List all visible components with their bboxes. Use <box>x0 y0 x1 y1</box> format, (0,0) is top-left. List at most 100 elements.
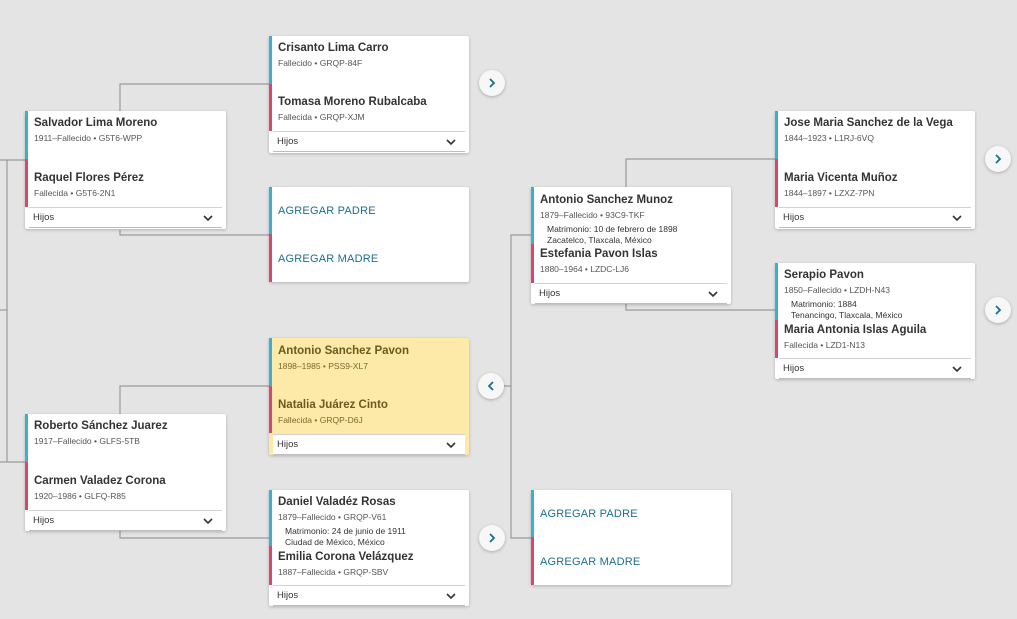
mother-entry[interactable]: Tomasa Moreno Rubalcaba Fallecida • GRQP… <box>269 84 469 131</box>
father-entry[interactable]: Crisanto Lima Carro Fallecido • GRQP-84F <box>269 36 469 84</box>
father-entry[interactable]: Jose Maria Sanchez de la Vega 1844–1923 … <box>775 111 975 159</box>
mother-entry[interactable]: Estefania Pavon Islas 1880–1964 • LZDC-L… <box>531 244 731 283</box>
expand-ancestors-button[interactable] <box>479 70 505 96</box>
chevron-right-icon <box>995 305 1002 315</box>
couple-card: Jose Maria Sanchez de la Vega 1844–1923 … <box>775 111 975 229</box>
father-entry[interactable]: Daniel Valadéz Rosas 1879–Fallecido • GR… <box>269 490 469 547</box>
expand-ancestors-button[interactable] <box>985 146 1011 172</box>
person-lifespan-id: 1898–1985 • PSS9-XL7 <box>278 361 368 371</box>
couple-card: Serapio Pavon 1850–Fallecido • LZDH-N43 … <box>775 263 975 379</box>
add-mother-entry: AGREGAR MADRE <box>269 234 469 282</box>
person-lifespan-id: Fallecido • GRQP-84F <box>278 58 363 68</box>
children-dropdown[interactable]: Hijos <box>535 283 727 304</box>
children-dropdown-label: Hijos <box>277 439 299 450</box>
chevron-down-icon <box>203 214 213 221</box>
mother-entry[interactable]: Maria Vicenta Muñoz 1844–1897 • LZXZ-7PN <box>775 159 975 207</box>
chevron-down-icon <box>446 441 456 448</box>
person-name: Maria Vicenta Muñoz <box>784 172 898 184</box>
children-dropdown[interactable]: Hijos <box>779 207 971 228</box>
children-dropdown-label: Hijos <box>277 136 299 147</box>
children-dropdown[interactable]: Hijos <box>779 358 971 379</box>
person-name: Serapio Pavon <box>784 269 864 281</box>
couple-card: Crisanto Lima Carro Fallecido • GRQP-84F… <box>269 36 469 153</box>
father-entry[interactable]: Antonio Sanchez Munoz 1879–Fallecido • 9… <box>531 187 731 245</box>
children-dropdown[interactable]: Hijos <box>273 131 465 152</box>
chevron-right-icon <box>995 154 1002 164</box>
add-parents-card: AGREGAR PADRE AGREGAR MADRE <box>269 187 469 282</box>
add-father-entry: AGREGAR PADRE <box>269 187 469 234</box>
add-mother-entry: AGREGAR MADRE <box>531 537 731 585</box>
focus-couple-card: Antonio Sanchez Pavon 1898–1985 • PSS9-X… <box>269 338 469 455</box>
children-dropdown[interactable]: Hijos <box>273 434 465 455</box>
person-lifespan-id: 1844–1923 • L1RJ-6VQ <box>784 133 874 143</box>
person-name: Roberto Sánchez Juarez <box>34 420 168 432</box>
father-entry[interactable]: Antonio Sanchez Pavon 1898–1985 • PSS9-X… <box>269 338 469 386</box>
chevron-right-icon <box>489 78 496 88</box>
expand-ancestors-button[interactable] <box>985 297 1011 323</box>
person-lifespan-id: Fallecida • LZD1-N13 <box>784 340 865 350</box>
mother-entry[interactable]: Natalia Juárez Cinto Fallecida • GRQP-D6… <box>269 386 469 433</box>
connector-line <box>510 386 531 539</box>
father-entry[interactable]: Salvador Lima Moreno 1911–Fallecido • G5… <box>25 111 226 159</box>
children-dropdown[interactable]: Hijos <box>273 585 465 606</box>
father-entry[interactable]: Roberto Sánchez Juarez 1917–Fallecido • … <box>25 414 226 462</box>
expand-ancestors-button[interactable] <box>479 525 505 551</box>
person-name: Salvador Lima Moreno <box>34 117 158 129</box>
person-name: Antonio Sanchez Munoz <box>540 194 673 206</box>
person-name: Daniel Valadéz Rosas <box>278 496 396 508</box>
add-mother-link[interactable]: AGREGAR MADRE <box>540 555 731 569</box>
mother-entry[interactable]: Carmen Valadez Corona 1920–1986 • GLFQ-R… <box>25 462 226 510</box>
add-parents-card: AGREGAR PADRE AGREGAR MADRE <box>531 490 731 585</box>
person-name: Raquel Flores Pérez <box>34 172 144 184</box>
person-name: Antonio Sanchez Pavon <box>278 345 409 357</box>
mother-entry[interactable]: Maria Antonia Islas Aguila Fallecida • L… <box>775 320 975 358</box>
person-name: Natalia Juárez Cinto <box>278 399 388 411</box>
person-lifespan-id: 1879–Fallecido • GRQP-V61 <box>278 512 387 522</box>
person-lifespan-id: Fallecida • GRQP-D6J <box>278 415 363 425</box>
children-dropdown[interactable]: Hijos <box>29 510 222 531</box>
children-dropdown-label: Hijos <box>783 363 805 374</box>
person-name: Emilia Corona Velázquez <box>278 551 414 563</box>
connector-line <box>119 83 269 112</box>
person-lifespan-id: 1887–Fallecida • GRQP-SBV <box>278 567 389 577</box>
connector-line <box>0 159 8 463</box>
chevron-down-icon <box>446 138 456 145</box>
chevron-down-icon <box>708 290 718 297</box>
couple-card: Roberto Sánchez Juarez 1917–Fallecido • … <box>25 414 226 531</box>
connector-line <box>119 230 269 236</box>
marriage-date: Matrimonio: 10 de febrero de 1898 <box>547 224 678 234</box>
collapse-ancestors-button[interactable] <box>478 373 504 399</box>
person-lifespan-id: Fallecida • G5T6-2N1 <box>34 188 116 198</box>
marriage-date: Matrimonio: 1884 <box>791 299 857 309</box>
connector-line <box>119 531 269 539</box>
person-lifespan-id: 1844–1897 • LZXZ-7PN <box>784 188 875 198</box>
person-lifespan-id: 1917–Fallecido • GLFS-5TB <box>34 436 140 446</box>
couple-card: Salvador Lima Moreno 1911–Fallecido • G5… <box>25 111 226 229</box>
children-dropdown-label: Hijos <box>277 590 299 601</box>
marriage-date: Matrimonio: 24 de junio de 1911 <box>285 526 406 536</box>
connector-line <box>625 158 775 187</box>
add-father-link[interactable]: AGREGAR PADRE <box>540 507 731 521</box>
person-name: Maria Antonia Islas Aguila <box>784 324 927 336</box>
mother-entry[interactable]: Emilia Corona Velázquez 1887–Fallecida •… <box>269 546 469 585</box>
mother-entry[interactable]: Raquel Flores Pérez Fallecida • G5T6-2N1 <box>25 159 226 207</box>
person-name: Jose Maria Sanchez de la Vega <box>784 117 953 129</box>
children-dropdown-label: Hijos <box>539 288 561 299</box>
father-entry[interactable]: Serapio Pavon 1850–Fallecido • LZDH-N43 … <box>775 263 975 320</box>
children-dropdown[interactable]: Hijos <box>29 207 222 228</box>
couple-card: Daniel Valadéz Rosas 1879–Fallecido • GR… <box>269 490 469 606</box>
add-mother-link[interactable]: AGREGAR MADRE <box>278 252 469 266</box>
connector-line <box>625 304 775 311</box>
add-father-link[interactable]: AGREGAR PADRE <box>278 204 469 218</box>
connector-line <box>504 234 531 387</box>
person-name: Estefania Pavon Islas <box>540 248 658 260</box>
children-dropdown-label: Hijos <box>783 212 805 223</box>
children-dropdown-label: Hijos <box>33 212 55 223</box>
connector-line <box>119 385 269 414</box>
person-lifespan-id: 1880–1964 • LZDC-LJ6 <box>540 264 629 274</box>
add-father-entry: AGREGAR PADRE <box>531 490 731 537</box>
person-lifespan-id: 1879–Fallecido • 93C9-TKF <box>540 210 645 220</box>
chevron-left-icon <box>487 381 494 391</box>
children-dropdown-label: Hijos <box>33 515 55 526</box>
chevron-down-icon <box>952 214 962 221</box>
